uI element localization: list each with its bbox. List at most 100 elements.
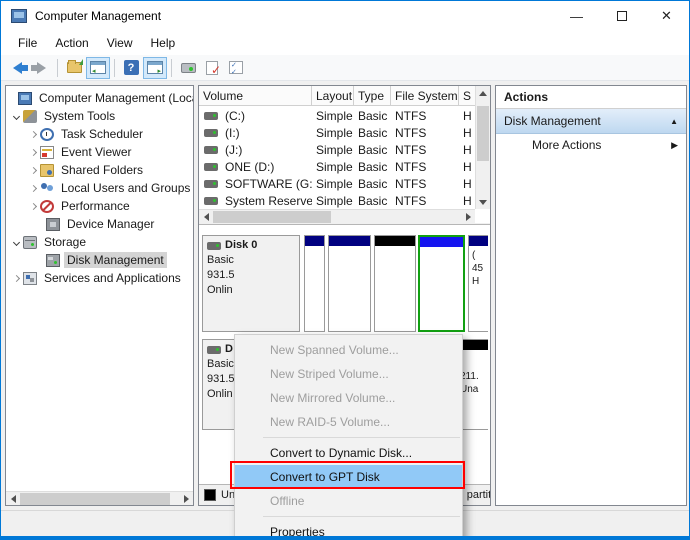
partition[interactable] xyxy=(304,235,325,332)
menu-item-properties[interactable]: Properties xyxy=(235,520,462,540)
submenu-arrow-icon: ▶ xyxy=(671,140,678,151)
tree-item-device-manager[interactable]: Device Manager xyxy=(6,215,193,233)
disk-context-menu: New Spanned Volume... New Striped Volume… xyxy=(234,334,463,540)
maximize-button[interactable] xyxy=(599,1,644,31)
collapse-chevron-icon[interactable] xyxy=(13,238,20,245)
window-title: Computer Management xyxy=(35,9,161,23)
actions-section-disk-management[interactable]: Disk Management ▲ xyxy=(496,109,686,134)
up-folder-icon xyxy=(67,62,82,73)
storage-icon xyxy=(23,236,37,249)
volume-row[interactable]: System Reserved Simple Basic NTFS H xyxy=(199,192,475,209)
menu-item-convert-to-gpt-disk[interactable]: Convert to GPT Disk xyxy=(235,465,462,489)
disk-icon xyxy=(207,242,221,250)
back-button[interactable] xyxy=(5,57,29,79)
menu-item-offline[interactable]: Offline xyxy=(235,489,462,513)
action-pane-icon: ▸ xyxy=(147,61,163,74)
scroll-left-icon[interactable] xyxy=(6,492,20,506)
title-bar: Computer Management — ✕ xyxy=(1,1,689,31)
tree-item-local-users-groups[interactable]: Local Users and Groups xyxy=(6,179,193,197)
scroll-up-icon[interactable] xyxy=(476,86,490,100)
volume-icon xyxy=(204,129,218,137)
check-tool-button[interactable]: ✓ xyxy=(200,57,224,79)
users-icon xyxy=(40,182,54,195)
minimize-button[interactable]: — xyxy=(554,1,599,31)
actions-panel: Actions Disk Management ▲ More Actions ▶ xyxy=(495,85,687,506)
tree-item-shared-folders[interactable]: Shared Folders xyxy=(6,161,193,179)
volume-list-vertical-scrollbar[interactable] xyxy=(475,86,490,209)
column-file-system[interactable]: File System xyxy=(391,86,459,105)
partition[interactable]: ( 45 H xyxy=(468,235,488,332)
volume-row[interactable]: (I:) Simple Basic NTFS H xyxy=(199,124,475,141)
selected-partition[interactable] xyxy=(418,235,465,332)
menu-bar: File Action View Help xyxy=(1,31,689,55)
forward-button[interactable] xyxy=(29,57,53,79)
partition[interactable] xyxy=(374,235,416,332)
device-manager-icon xyxy=(46,218,60,231)
scroll-down-icon[interactable] xyxy=(476,195,490,209)
column-status[interactable]: S xyxy=(459,86,475,105)
expand-chevron-icon[interactable] xyxy=(13,274,20,281)
menu-help[interactable]: Help xyxy=(142,33,185,53)
expand-chevron-icon[interactable] xyxy=(30,166,37,173)
menu-action[interactable]: Action xyxy=(46,33,97,53)
collapse-chevron-icon[interactable] xyxy=(13,112,20,119)
menu-item-new-mirrored-volume[interactable]: New Mirrored Volume... xyxy=(235,386,462,410)
volume-list-horizontal-scrollbar[interactable] xyxy=(199,209,475,223)
console-tree-panel: Computer Management (Local System Tools … xyxy=(5,85,194,506)
volume-row[interactable]: ONE (D:) Simple Basic NTFS H xyxy=(199,158,475,175)
menu-item-convert-to-dynamic-disk[interactable]: Convert to Dynamic Disk... xyxy=(235,441,462,465)
menu-separator xyxy=(263,437,460,438)
action-pane-toggle[interactable]: ▸ xyxy=(143,57,167,79)
expand-chevron-icon[interactable] xyxy=(30,184,37,191)
expand-chevron-icon[interactable] xyxy=(30,148,37,155)
unallocated-swatch-icon xyxy=(204,489,216,501)
up-folder-button[interactable] xyxy=(62,57,86,79)
menu-item-new-raid5-volume[interactable]: New RAID-5 Volume... xyxy=(235,410,462,434)
scroll-right-icon[interactable] xyxy=(179,492,193,506)
console-tree-toggle[interactable]: ◂ xyxy=(86,57,110,79)
tree-item-performance[interactable]: Performance xyxy=(6,197,193,215)
toolbar-separator xyxy=(171,59,172,77)
computer-management-window: Computer Management — ✕ File Action View… xyxy=(0,0,690,540)
volume-row[interactable]: SOFTWARE (G:) Simple Basic NTFS H xyxy=(199,175,475,192)
expand-chevron-icon[interactable] xyxy=(30,202,37,209)
options-tool-button[interactable]: ✓✓ xyxy=(224,57,248,79)
tree-item-event-viewer[interactable]: Event Viewer xyxy=(6,143,193,161)
collapse-arrow-icon[interactable]: ▲ xyxy=(670,117,678,126)
scroll-right-icon[interactable] xyxy=(461,210,475,224)
task-scheduler-icon xyxy=(40,128,54,141)
expand-chevron-icon[interactable] xyxy=(30,130,37,137)
section-divider xyxy=(199,223,490,225)
computer-icon xyxy=(18,92,32,105)
column-volume[interactable]: Volume xyxy=(199,86,312,105)
tree-horizontal-scrollbar[interactable] xyxy=(6,491,193,505)
scrollbar-thumb[interactable] xyxy=(477,106,489,161)
menu-file[interactable]: File xyxy=(9,33,46,53)
volume-row[interactable]: (C:) Simple Basic NTFS H xyxy=(199,107,475,124)
menu-item-new-striped-volume[interactable]: New Striped Volume... xyxy=(235,362,462,386)
scroll-left-icon[interactable] xyxy=(199,210,213,224)
tree-item-storage[interactable]: Storage xyxy=(6,233,193,251)
tree-item-services-applications[interactable]: Services and Applications xyxy=(6,269,193,287)
scrollbar-thumb[interactable] xyxy=(213,211,331,223)
menu-separator xyxy=(263,516,460,517)
toolbar-separator xyxy=(114,59,115,77)
help-button[interactable]: ? xyxy=(119,57,143,79)
tree-item-task-scheduler[interactable]: Task Scheduler xyxy=(6,125,193,143)
close-button[interactable]: ✕ xyxy=(644,1,689,31)
scrollbar-thumb[interactable] xyxy=(20,493,170,505)
popup-icon xyxy=(181,63,196,73)
partition[interactable] xyxy=(328,235,371,332)
volume-row[interactable]: (J:) Simple Basic NTFS H xyxy=(199,141,475,158)
tree-item-system-tools[interactable]: System Tools xyxy=(6,107,193,125)
menu-view[interactable]: View xyxy=(98,33,142,53)
popup-tool-button[interactable] xyxy=(176,57,200,79)
tree-item-computer-management[interactable]: Computer Management (Local xyxy=(6,89,193,107)
column-layout[interactable]: Layout xyxy=(312,86,354,105)
menu-item-new-spanned-volume[interactable]: New Spanned Volume... xyxy=(235,338,462,362)
disk0-header[interactable]: Disk 0 Basic 931.5 Onlin xyxy=(202,235,300,332)
event-viewer-icon xyxy=(40,146,54,159)
more-actions-item[interactable]: More Actions ▶ xyxy=(496,134,686,156)
tree-item-disk-management[interactable]: Disk Management xyxy=(6,251,193,269)
column-type[interactable]: Type xyxy=(354,86,391,105)
